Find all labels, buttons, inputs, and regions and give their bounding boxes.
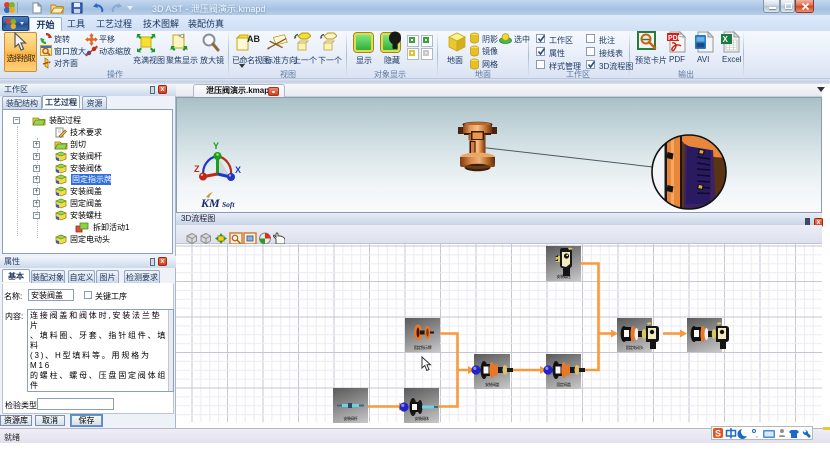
svg-text:Y: Y <box>213 141 219 151</box>
svg-text:,: , <box>756 432 758 439</box>
svg-text:KM: KM <box>200 196 220 210</box>
svg-text:X: X <box>723 35 729 44</box>
svg-text:AB: AB <box>247 34 260 44</box>
svg-text:S: S <box>715 429 721 439</box>
svg-text:Soft: Soft <box>222 200 235 209</box>
svg-text:Z: Z <box>194 164 200 174</box>
svg-text:X: X <box>235 165 241 175</box>
svg-text:PDF: PDF <box>668 35 683 42</box>
